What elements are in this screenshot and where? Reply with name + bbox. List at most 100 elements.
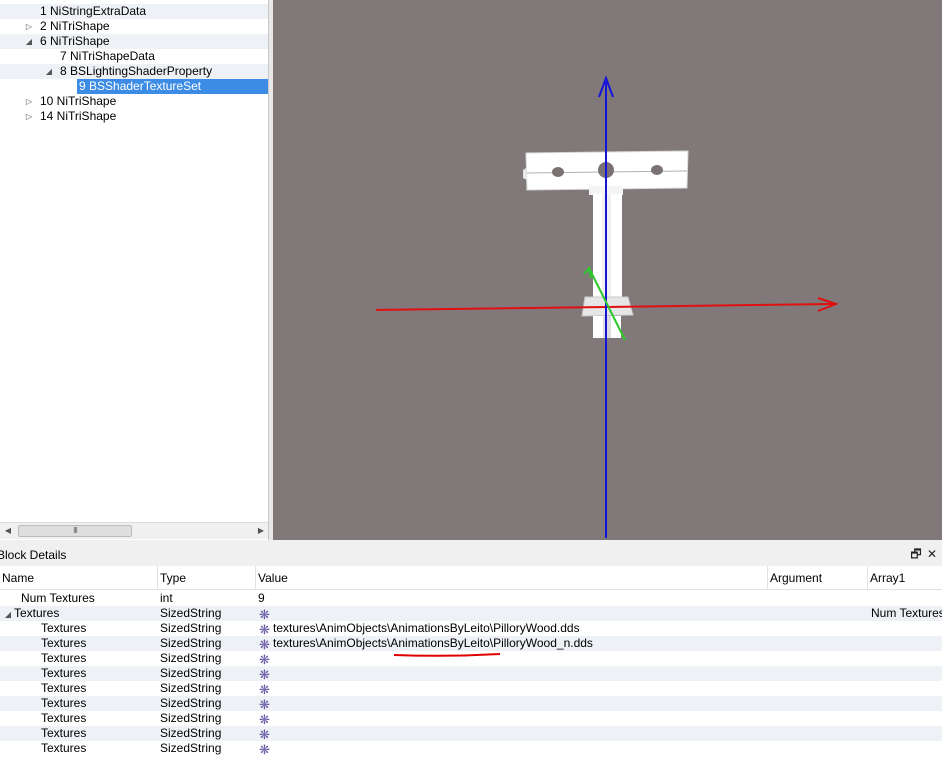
cell-array1 — [871, 696, 942, 711]
table-row[interactable]: ◢ Textures SizedString ❋ Num Textures — [0, 606, 942, 621]
scrollbar-thumb[interactable]: III — [18, 525, 132, 537]
scroll-left-icon[interactable]: ◀ — [0, 523, 16, 539]
string-edit-icon[interactable]: ❋ — [258, 728, 271, 741]
tree-item-9[interactable]: 9 BSShaderTextureSet — [0, 79, 268, 94]
cell-array1 — [871, 711, 942, 726]
cell-name-text: Textures — [41, 651, 87, 665]
cell-array1 — [871, 681, 942, 696]
cell-array1 — [871, 636, 942, 651]
tree-item-label: 1 NiStringExtraData — [40, 4, 147, 18]
cell-name: Textures — [0, 726, 158, 741]
table-row[interactable]: Textures SizedString ❋ — [0, 726, 942, 741]
restore-icon[interactable]: 🗗 — [909, 547, 923, 561]
block-tree[interactable]: 1 NiStringExtraData ▷ 2 NiTriShape ◢ 6 N… — [0, 0, 269, 540]
cell-argument — [770, 651, 868, 666]
string-edit-icon[interactable]: ❋ — [258, 653, 271, 666]
expand-arrow-icon[interactable]: ▷ — [24, 109, 34, 124]
tree-item-label: 10 NiTriShape — [40, 94, 117, 108]
tree-item-14[interactable]: ▷ 14 NiTriShape — [0, 109, 268, 124]
tree-item-10[interactable]: ▷ 10 NiTriShape — [0, 94, 268, 109]
tree-item-label: 6 NiTriShape — [40, 34, 110, 48]
table-row[interactable]: Textures SizedString ❋ textures\AnimObjects… — [0, 621, 942, 636]
transform-gizmo[interactable] — [375, 75, 839, 538]
cell-type: SizedString — [160, 606, 222, 620]
cell-array1 — [871, 591, 942, 606]
expand-arrow-icon[interactable]: ▷ — [24, 19, 34, 34]
cell-argument — [770, 621, 868, 636]
tree-item-7[interactable]: 7 NiTriShapeData — [0, 49, 268, 64]
table-header: Name Type Value Argument Array1 — [0, 566, 942, 590]
cell-type: SizedString — [160, 651, 222, 665]
cell-value[interactable]: ❋ — [258, 606, 768, 621]
cell-value[interactable]: ❋ — [258, 741, 768, 756]
tree-item-label: 8 BSLightingShaderProperty — [60, 64, 213, 78]
cell-array1: Num Textures — [871, 606, 942, 620]
cell-name: Textures — [0, 621, 158, 636]
cell-name-text: Textures — [41, 711, 87, 725]
block-details-table[interactable]: Name Type Value Argument Array1 Num Text… — [0, 566, 942, 760]
cell-type: SizedString — [160, 696, 222, 710]
string-edit-icon[interactable]: ❋ — [258, 713, 271, 726]
cell-array1 — [871, 651, 942, 666]
column-header-argument[interactable]: Argument — [768, 566, 868, 590]
cell-name: Num Textures — [0, 591, 158, 606]
cell-value[interactable]: ❋ textures\AnimObjects\AnimationsByLeito\… — [258, 621, 768, 636]
cell-type: SizedString — [160, 741, 222, 755]
collapse-arrow-icon[interactable]: ◢ — [24, 34, 34, 49]
expand-arrow-icon[interactable]: ▷ — [24, 94, 34, 109]
table-row[interactable]: Textures SizedString ❋ — [0, 696, 942, 711]
string-edit-icon[interactable]: ❋ — [258, 668, 271, 681]
cell-name-text: Textures — [41, 726, 87, 740]
close-icon[interactable]: ✕ — [925, 547, 939, 561]
z-axis-arrow-icon — [583, 265, 592, 279]
panel-title: Block Details — [0, 548, 67, 562]
tree-item-label: 7 NiTriShapeData — [60, 49, 155, 63]
cell-value-text: textures\AnimObjects\AnimationsByLeito\P… — [273, 636, 593, 650]
scene-graphic — [375, 75, 839, 538]
string-edit-icon[interactable]: ❋ — [258, 698, 271, 711]
column-header-array1[interactable]: Array1 — [868, 566, 942, 590]
cell-argument — [770, 741, 868, 756]
cell-name-text: Textures — [41, 681, 87, 695]
cell-type: SizedString — [160, 636, 222, 650]
string-edit-icon[interactable]: ❋ — [258, 608, 271, 621]
tree-item-8[interactable]: ◢ 8 BSLightingShaderProperty — [0, 64, 268, 79]
cell-value[interactable]: ❋ — [258, 696, 768, 711]
cell-name-text: Textures — [41, 741, 87, 755]
cell-name-text: Textures — [41, 636, 87, 650]
cell-argument — [770, 636, 868, 651]
cell-array1 — [871, 726, 942, 741]
string-edit-icon[interactable]: ❋ — [258, 743, 271, 756]
cell-value[interactable]: ❋ — [258, 711, 768, 726]
cell-value[interactable]: ❋ — [258, 681, 768, 696]
cell-value[interactable]: ❋ — [258, 651, 768, 666]
cell-value[interactable]: ❋ — [258, 666, 768, 681]
string-edit-icon[interactable]: ❋ — [258, 683, 271, 696]
collapse-arrow-icon[interactable]: ◢ — [2, 607, 14, 622]
table-row[interactable]: Textures SizedString ❋ — [0, 681, 942, 696]
string-edit-icon[interactable]: ❋ — [258, 638, 271, 651]
render-viewport[interactable] — [273, 0, 942, 540]
cell-value[interactable]: ❋ textures\AnimObjects\AnimationsByLeito\… — [258, 636, 768, 651]
scroll-right-icon[interactable]: ▶ — [253, 523, 268, 539]
column-header-name[interactable]: Name — [0, 566, 158, 590]
red-underline-annotation — [393, 653, 501, 657]
table-row[interactable]: Num Textures int 9 — [0, 591, 942, 606]
table-row[interactable]: Textures SizedString ❋ — [0, 666, 942, 681]
tree-item-label: 2 NiTriShape — [40, 19, 110, 33]
cell-value[interactable]: 9 — [258, 591, 768, 606]
column-header-type[interactable]: Type — [158, 566, 256, 590]
tree-horizontal-scrollbar[interactable]: ◀ III ▶ — [0, 522, 268, 539]
cell-value-text: textures\AnimObjects\AnimationsByLeito\P… — [273, 621, 580, 635]
string-edit-icon[interactable]: ❋ — [258, 623, 271, 636]
table-row[interactable]: Textures SizedString ❋ — [0, 741, 942, 756]
block-details-titlebar: Block Details 🗗 ✕ — [0, 546, 942, 563]
collapse-arrow-icon[interactable]: ◢ — [44, 64, 54, 79]
cell-value[interactable]: ❋ — [258, 726, 768, 741]
tree-item-2[interactable]: ▷ 2 NiTriShape — [0, 19, 268, 34]
table-row[interactable]: Textures SizedString ❋ — [0, 711, 942, 726]
table-row[interactable]: Textures SizedString ❋ textures\AnimObjects… — [0, 636, 942, 651]
tree-item-1[interactable]: 1 NiStringExtraData — [0, 4, 268, 19]
column-header-value[interactable]: Value — [256, 566, 768, 590]
tree-item-6[interactable]: ◢ 6 NiTriShape — [0, 34, 268, 49]
